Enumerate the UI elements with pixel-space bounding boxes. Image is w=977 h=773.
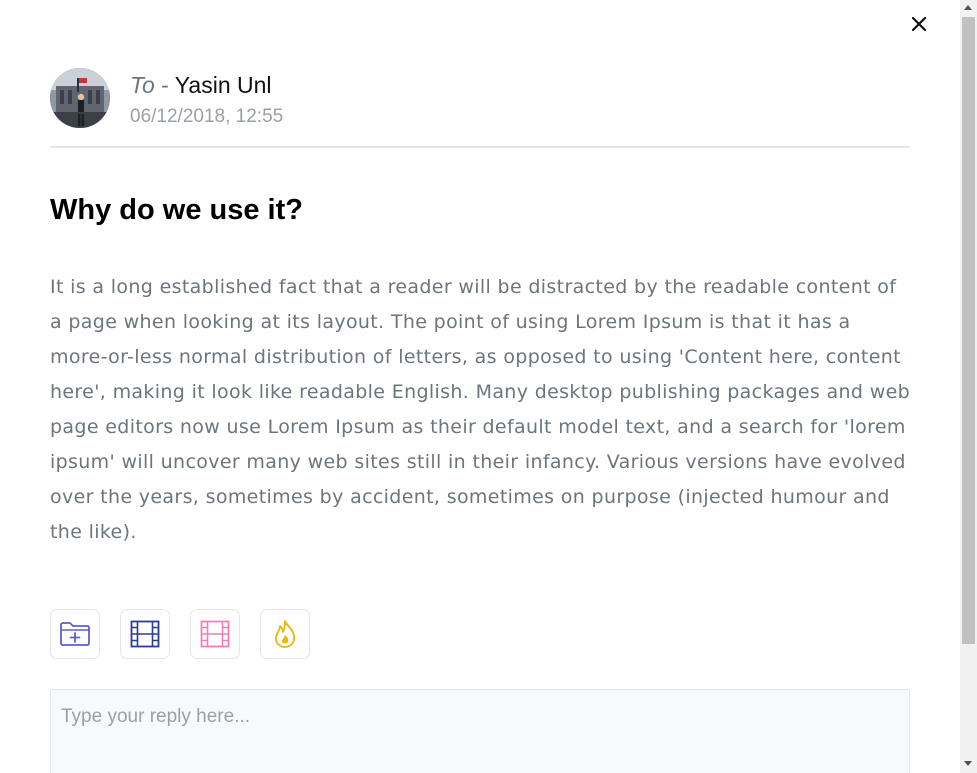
fire-icon	[274, 620, 296, 648]
message-body: It is a long established fact that a rea…	[50, 276, 911, 543]
message-date: 06/12/2018, 12:55	[130, 106, 284, 127]
attachment-toolbar	[50, 609, 330, 659]
close-icon	[911, 16, 927, 32]
to-label: To	[130, 72, 155, 98]
recipient-line: To - Yasin Unl	[130, 71, 272, 99]
scrollbar[interactable]	[960, 0, 977, 773]
recipient-name[interactable]: Yasin Unl	[175, 72, 272, 98]
scroll-up-icon[interactable]	[964, 5, 972, 10]
film-icon	[130, 620, 160, 648]
scrollbar-thumb[interactable]	[962, 17, 975, 644]
scroll-down-icon[interactable]	[964, 761, 972, 766]
film-icon	[200, 620, 230, 648]
close-button[interactable]	[906, 11, 932, 37]
attach-sticker-button[interactable]	[260, 609, 310, 659]
avatar	[50, 68, 110, 128]
attach-media-button[interactable]	[190, 609, 240, 659]
attach-video-button[interactable]	[120, 609, 170, 659]
message-subject: Why do we use it?	[50, 194, 303, 226]
message-header: To - Yasin Unl 06/12/2018, 12:55	[50, 68, 910, 148]
folder-plus-icon	[60, 622, 90, 646]
to-separator: -	[161, 72, 169, 98]
add-folder-button[interactable]	[50, 609, 100, 659]
reply-input[interactable]	[50, 689, 910, 773]
